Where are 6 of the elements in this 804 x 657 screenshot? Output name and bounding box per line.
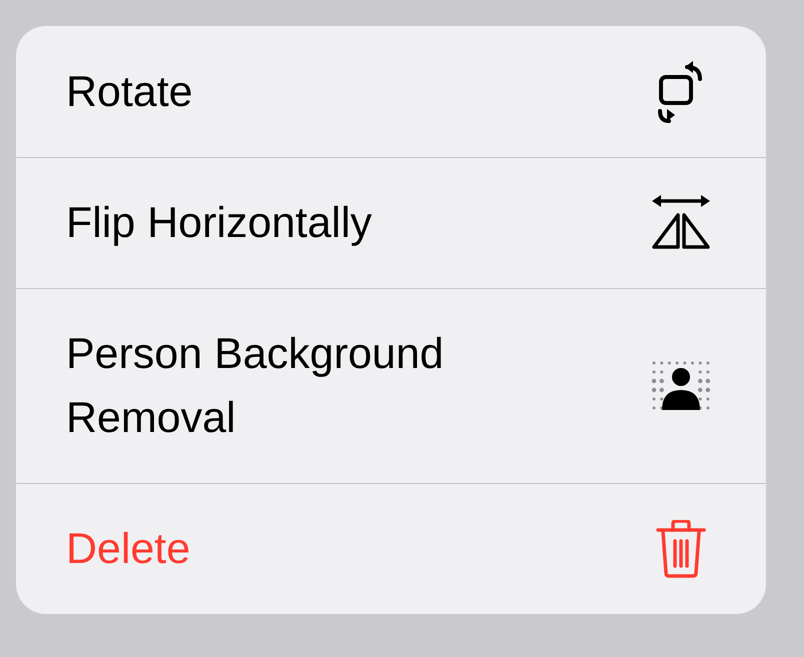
menu-item[interactable]: Rotate [66, 60, 536, 124]
flip-icon [650, 195, 712, 251]
menu-item[interactable]: Flip Horizontally [66, 191, 536, 255]
trash-icon [656, 520, 706, 578]
menu-item[interactable]: Person Background Removal [66, 322, 536, 450]
person-icon [651, 360, 711, 412]
